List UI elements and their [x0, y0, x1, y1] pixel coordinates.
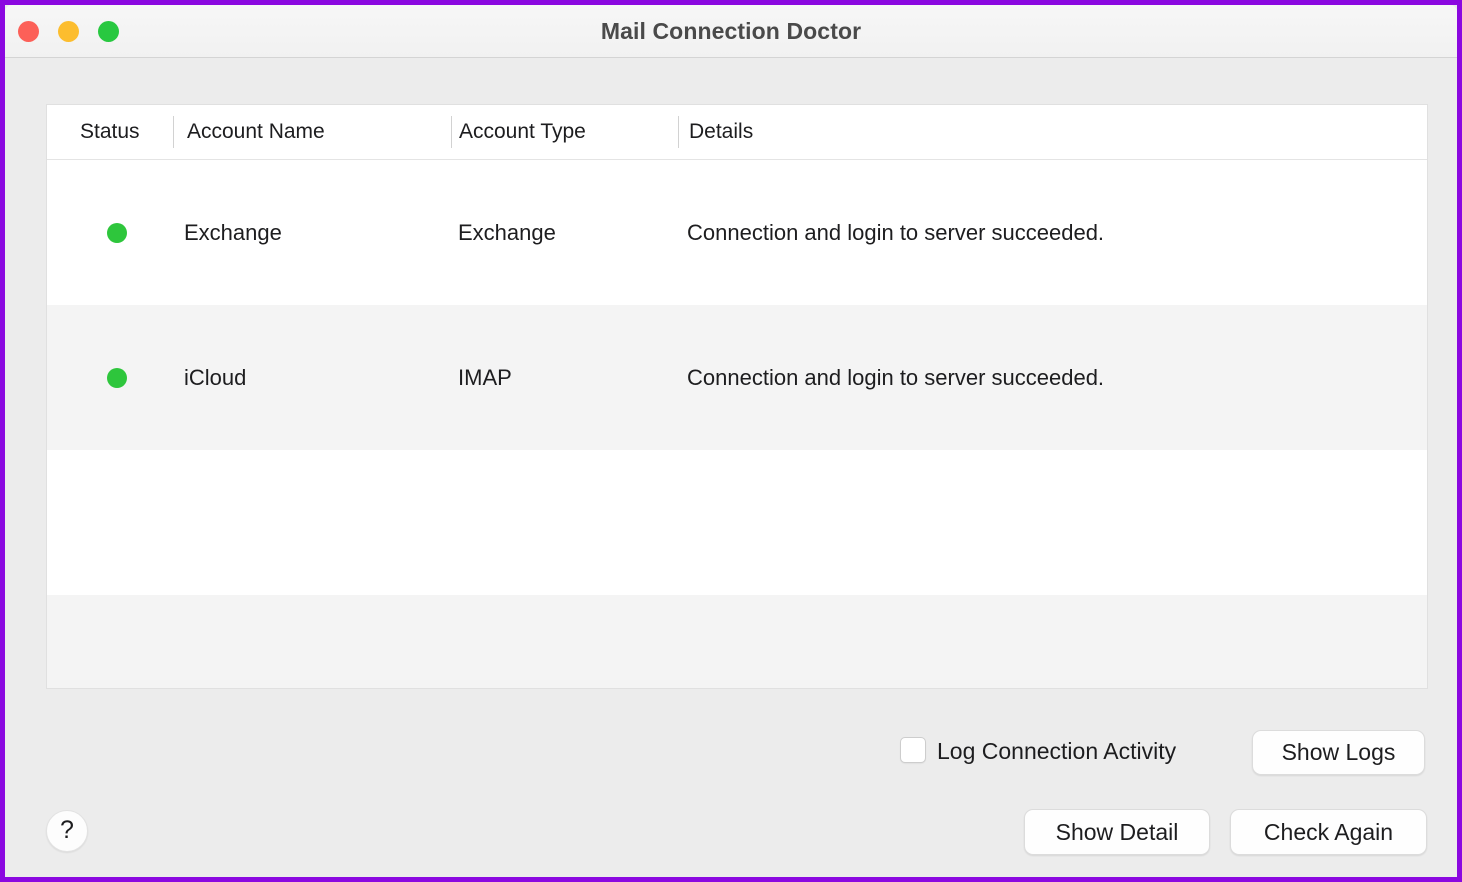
table-row-empty: [47, 595, 1427, 688]
column-divider[interactable]: [451, 116, 452, 148]
table-row-empty: [47, 450, 1427, 595]
show-logs-button[interactable]: Show Logs: [1252, 730, 1425, 775]
table-row[interactable]: Exchange Exchange Connection and login t…: [47, 160, 1427, 305]
column-divider[interactable]: [678, 116, 679, 148]
log-activity-row: Log Connection Activity: [5, 726, 1457, 778]
show-detail-button[interactable]: Show Detail: [1024, 809, 1210, 855]
log-connection-activity-checkbox[interactable]: [900, 737, 926, 763]
cell-account-type: Exchange: [458, 220, 556, 245]
log-connection-activity-label[interactable]: Log Connection Activity: [937, 726, 1176, 776]
column-header-account-name[interactable]: Account Name: [187, 105, 325, 159]
cell-account-type: IMAP: [458, 365, 512, 390]
window-titlebar: Mail Connection Doctor: [5, 5, 1457, 58]
cell-account-name: Exchange: [184, 220, 282, 245]
cell-details: Connection and login to server succeeded…: [687, 365, 1105, 390]
cell-account-name: iCloud: [184, 365, 247, 390]
status-indicator-icon: [107, 223, 127, 243]
accounts-table: Status Account Name Account Type Details…: [46, 104, 1428, 689]
column-header-status[interactable]: Status: [80, 105, 140, 159]
cell-details: Connection and login to server succeeded…: [687, 220, 1105, 245]
column-divider[interactable]: [173, 116, 174, 148]
table-header-row: Status Account Name Account Type Details: [47, 105, 1427, 160]
status-indicator-icon: [107, 368, 127, 388]
check-again-button[interactable]: Check Again: [1230, 809, 1427, 855]
mail-connection-doctor-window: Mail Connection Doctor Status Account Na…: [0, 0, 1462, 882]
column-header-details[interactable]: Details: [689, 105, 753, 159]
window-title: Mail Connection Doctor: [600, 18, 862, 44]
window-content: Status Account Name Account Type Details…: [5, 58, 1457, 877]
help-button[interactable]: ?: [46, 810, 88, 852]
column-header-account-type[interactable]: Account Type: [459, 105, 586, 159]
table-row[interactable]: iCloud IMAP Connection and login to serv…: [47, 305, 1427, 450]
